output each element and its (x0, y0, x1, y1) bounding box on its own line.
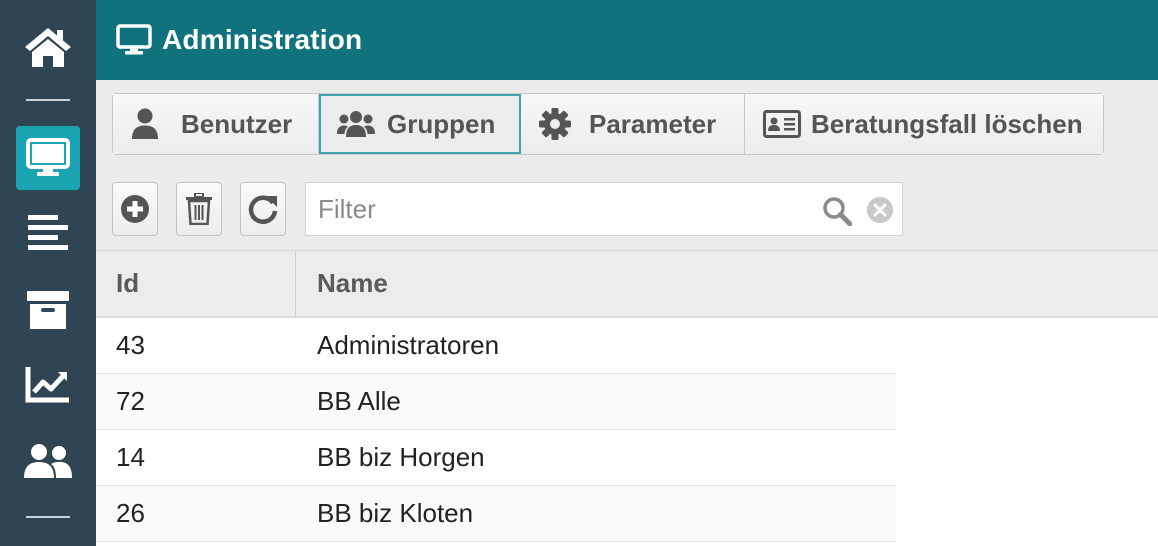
add-button[interactable] (112, 182, 158, 236)
sidebar (0, 0, 96, 546)
cell-id: 14 (116, 442, 145, 472)
tab-benutzer[interactable]: Benutzer (113, 94, 319, 154)
monitor-icon (26, 138, 70, 176)
delete-button[interactable] (176, 182, 222, 236)
tab-label: Benutzer (181, 108, 293, 139)
cell-id: 72 (116, 386, 145, 416)
chart-line-icon (25, 367, 69, 403)
tab-parameter[interactable]: Parameter (521, 94, 745, 154)
column-header-name[interactable]: Name (296, 251, 1158, 316)
sidebar-item-list[interactable] (16, 200, 80, 264)
sidebar-item-archive[interactable] (16, 278, 80, 342)
table-body: 43 Administratoren 72 BB Alle 14 BB biz … (96, 318, 896, 542)
sidebar-item-administration[interactable] (16, 126, 80, 190)
users-icon (337, 110, 377, 138)
page-title: Administration (162, 24, 363, 55)
sidebar-item-statistics[interactable] (16, 352, 80, 416)
cell-id: 43 (116, 330, 145, 360)
user-icon (131, 108, 171, 140)
sidebar-item-home[interactable] (16, 15, 80, 79)
cell-name: BB biz Kloten (317, 498, 474, 528)
sidebar-item-users[interactable] (16, 429, 80, 493)
table-row[interactable]: 43 Administratoren (96, 318, 896, 374)
table-row[interactable]: 14 BB biz Horgen (96, 430, 896, 486)
refresh-button[interactable] (240, 182, 286, 236)
refresh-icon (248, 195, 278, 224)
column-header-id[interactable]: Id (96, 251, 296, 316)
cell-name: BB biz Horgen (317, 442, 485, 472)
table-header: Id Name (96, 250, 1158, 318)
gear-icon (539, 108, 579, 140)
search-icon[interactable] (822, 196, 852, 226)
tab-gruppen[interactable]: Gruppen (319, 94, 521, 154)
main-content: Benutzer Gruppen Parameter Beratungsfall… (96, 80, 1158, 546)
tab-label: Beratungsfall löschen (811, 108, 1083, 139)
filter-box (305, 182, 903, 236)
align-left-icon (28, 215, 68, 250)
tab-bar: Benutzer Gruppen Parameter Beratungsfall… (112, 93, 1104, 155)
archive-icon (27, 291, 69, 329)
tab-label: Parameter (589, 108, 717, 139)
id-card-icon (763, 110, 801, 138)
app-header: Administration (96, 0, 1158, 80)
monitor-icon (116, 24, 152, 55)
cell-id: 26 (116, 498, 145, 528)
tab-beratungsfall-loeschen[interactable]: Beratungsfall löschen (745, 94, 1103, 154)
groups-table: Id Name 43 Administratoren 72 BB Alle 14… (96, 250, 1158, 542)
table-row[interactable]: 72 BB Alle (96, 374, 896, 430)
plus-circle-icon (121, 195, 149, 223)
tab-label: Gruppen (387, 108, 496, 139)
home-icon (25, 28, 71, 67)
users-icon (24, 444, 72, 478)
sidebar-divider (26, 516, 70, 518)
cell-name: Administratoren (317, 330, 500, 360)
cell-name: BB Alle (317, 386, 401, 416)
clear-icon[interactable] (866, 196, 894, 224)
sidebar-divider (26, 99, 70, 101)
filter-input[interactable] (306, 193, 806, 225)
table-row[interactable]: 26 BB biz Kloten (96, 486, 896, 542)
trash-icon (186, 193, 212, 225)
